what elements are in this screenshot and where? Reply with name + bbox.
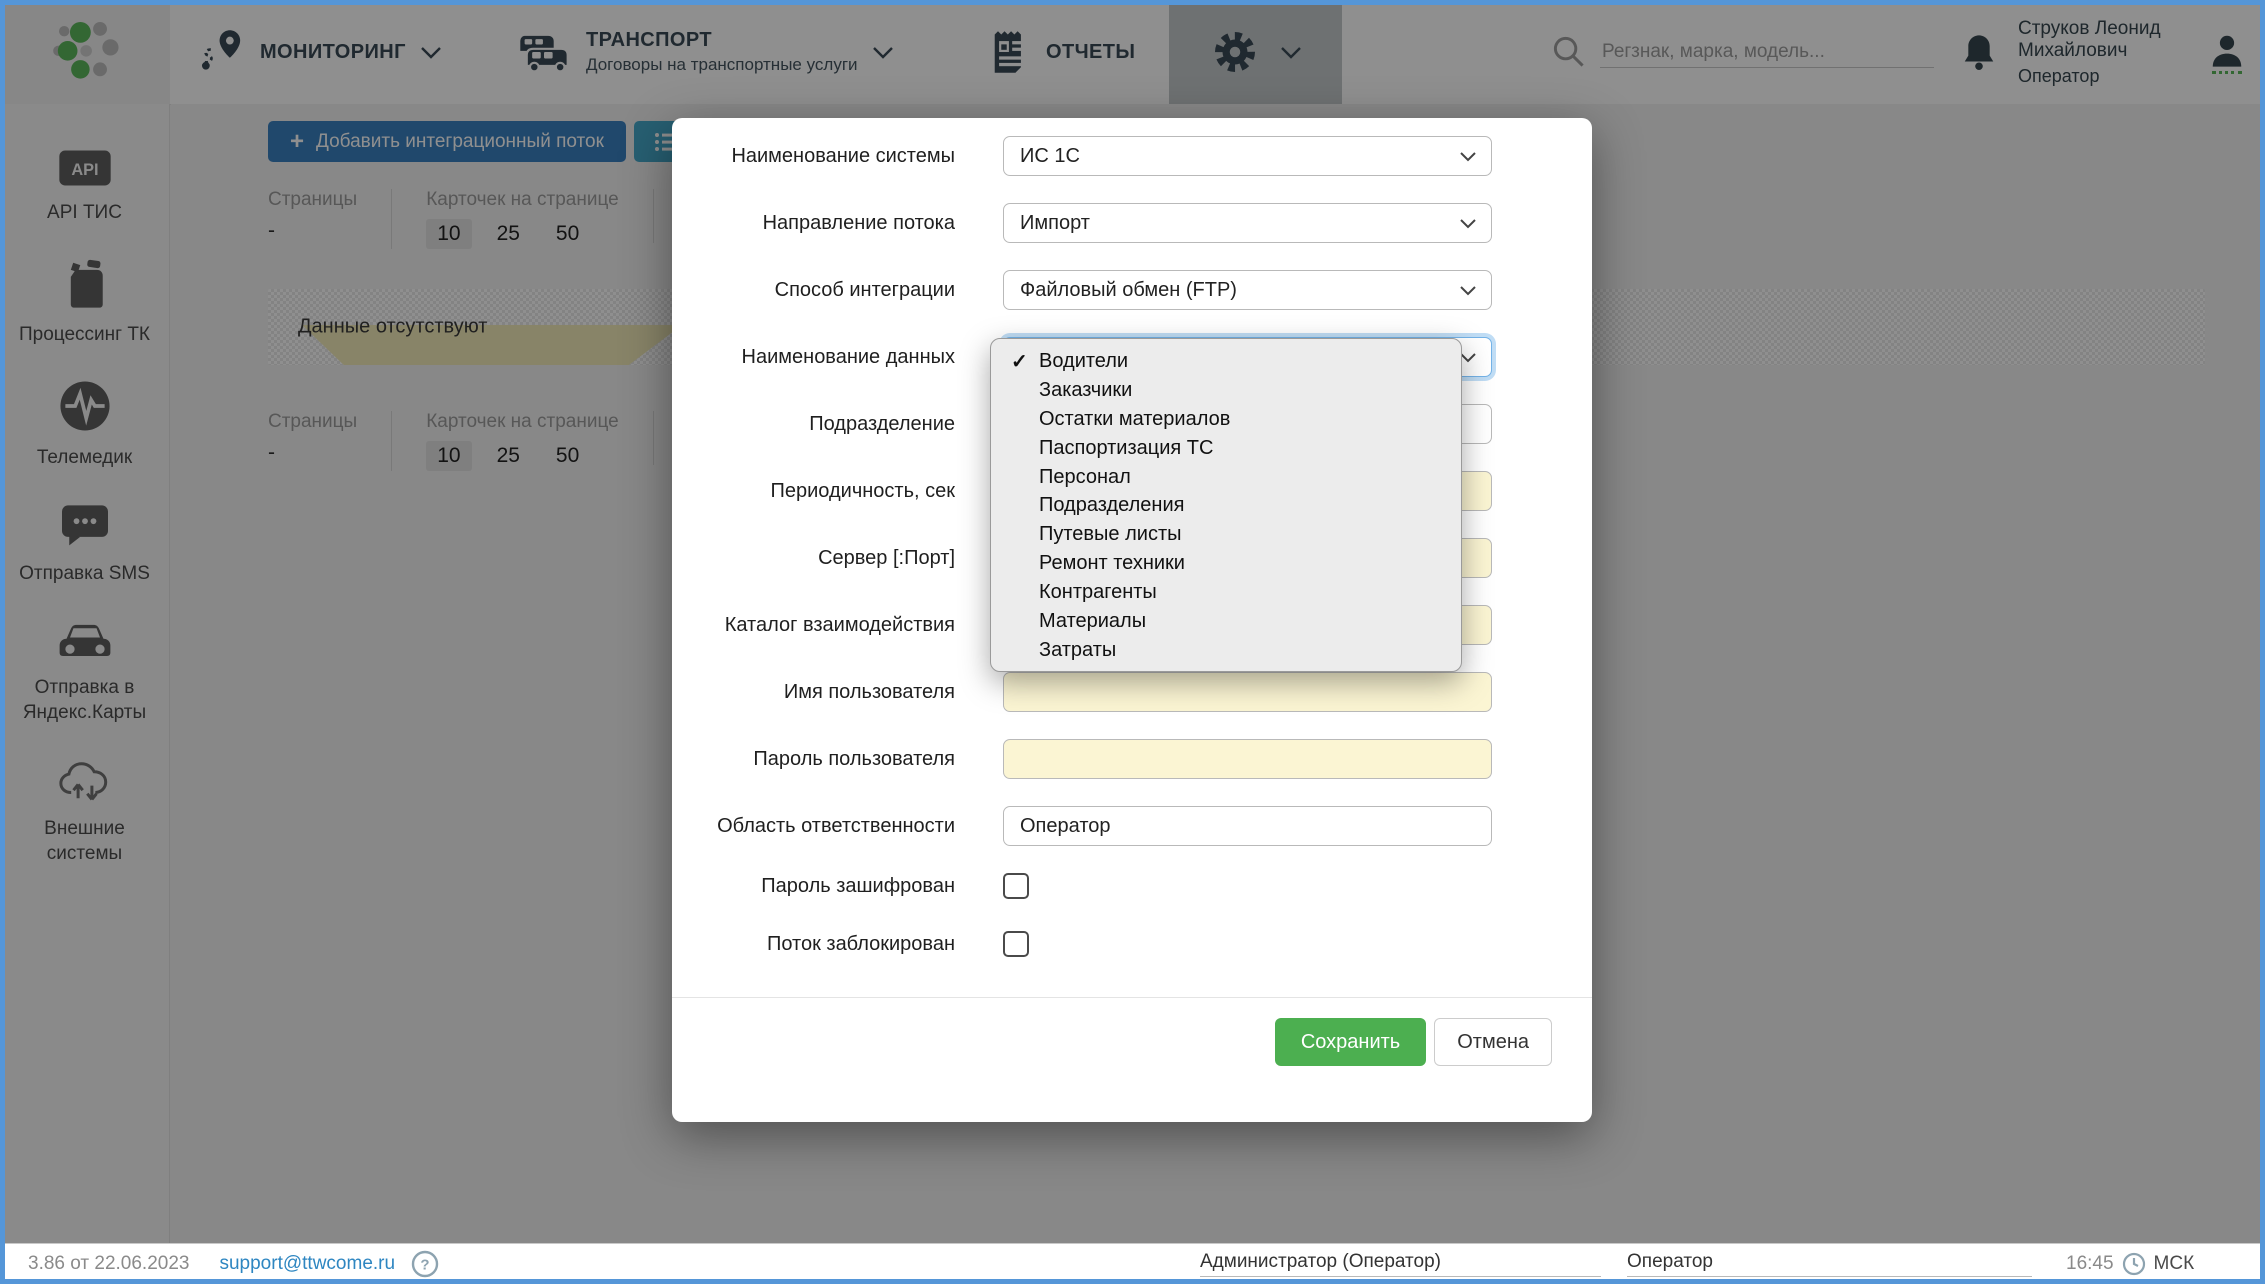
dropdown-option-voditeli[interactable]: ✓ Водители	[991, 347, 1461, 376]
integration-method-select[interactable]: Файловый обмен (FTP)	[1003, 270, 1492, 310]
dropdown-option-zatraty[interactable]: Затраты	[991, 636, 1461, 665]
data-name-dropdown: ✓ Водители Заказчики Остатки материалов …	[990, 338, 1462, 672]
integration-flow-dialog: Наименование системы ИС 1С Направление п…	[672, 118, 1592, 1122]
select-value: Файловый обмен (FTP)	[1020, 279, 1237, 302]
field-label: Способ интеграции	[700, 279, 955, 302]
select-value: Импорт	[1020, 212, 1090, 235]
dropdown-option-zakazchiki[interactable]: Заказчики	[991, 376, 1461, 405]
dropdown-option-putevye-listy[interactable]: Путевые листы	[991, 520, 1461, 549]
admin-role-field[interactable]: Администратор (Оператор)	[1200, 1251, 1601, 1277]
dropdown-option-ostatki[interactable]: Остатки материалов	[991, 405, 1461, 434]
form-row-username: Имя пользователя	[672, 672, 1552, 712]
svg-text:?: ?	[420, 1257, 429, 1274]
help-button[interactable]: ?	[411, 1250, 439, 1278]
form-row-password: Пароль пользователя	[672, 739, 1552, 779]
field-label: Пароль зашифрован	[700, 875, 955, 898]
field-label: Наименование системы	[700, 145, 955, 168]
responsibility-area-input[interactable]	[1003, 806, 1492, 846]
form-row-system-name: Наименование системы ИС 1С	[672, 136, 1552, 176]
modal-footer: Сохранить Отмена	[672, 1018, 1592, 1066]
operator-role-field[interactable]: Оператор	[1627, 1251, 2032, 1277]
field-label: Наименование данных	[700, 346, 955, 369]
field-label: Пароль пользователя	[700, 748, 955, 771]
clock-icon	[2122, 1252, 2146, 1276]
form-row-flow-direction: Направление потока Импорт	[672, 203, 1552, 243]
form-row-responsibility: Область ответственности	[672, 806, 1552, 846]
form-row-integration-method: Способ интеграции Файловый обмен (FTP)	[672, 270, 1552, 310]
user-password-input[interactable]	[1003, 739, 1492, 779]
dropdown-option-podrazdeleniya[interactable]: Подразделения	[991, 491, 1461, 520]
form-row-flow-locked: Поток заблокирован	[672, 931, 1552, 957]
chevron-down-icon	[1459, 285, 1477, 296]
status-bar: 3.86 от 22.06.2023 support@ttwcome.ru ? …	[0, 1243, 2265, 1284]
select-value: ИС 1С	[1020, 145, 1080, 168]
dropdown-option-personal[interactable]: Персонал	[991, 463, 1461, 492]
flow-locked-checkbox[interactable]	[1003, 931, 1029, 957]
question-icon: ?	[411, 1250, 439, 1278]
field-label: Имя пользователя	[700, 681, 955, 704]
form-row-password-encrypted: Пароль зашифрован	[672, 873, 1552, 899]
modal-footer-divider	[672, 997, 1592, 998]
chevron-down-icon	[1459, 151, 1477, 162]
dropdown-option-remont[interactable]: Ремонт техники	[991, 549, 1461, 578]
dropdown-option-pasportizatsiya[interactable]: Паспортизация ТС	[991, 434, 1461, 463]
timezone-label: МСК	[2154, 1253, 2195, 1275]
save-button[interactable]: Сохранить	[1275, 1018, 1426, 1066]
current-time: 16:45	[2066, 1253, 2114, 1275]
cancel-button[interactable]: Отмена	[1434, 1018, 1552, 1066]
field-label: Поток заблокирован	[700, 933, 955, 956]
chevron-down-icon	[1459, 218, 1477, 229]
flow-direction-select[interactable]: Импорт	[1003, 203, 1492, 243]
field-label: Каталог взаимодействия	[700, 614, 955, 637]
system-name-select[interactable]: ИС 1С	[1003, 136, 1492, 176]
username-input[interactable]	[1003, 672, 1492, 712]
field-label: Область ответственности	[700, 815, 955, 838]
app-version: 3.86 от 22.06.2023	[28, 1253, 189, 1275]
checkmark-icon: ✓	[1011, 349, 1039, 374]
field-label: Подразделение	[700, 413, 955, 436]
dropdown-option-materialy[interactable]: Материалы	[991, 607, 1461, 636]
clock-block: 16:45 МСК	[2066, 1252, 2194, 1276]
password-encrypted-checkbox[interactable]	[1003, 873, 1029, 899]
field-label: Сервер [:Порт]	[700, 547, 955, 570]
field-label: Направление потока	[700, 212, 955, 235]
support-email-link[interactable]: support@ttwcome.ru	[219, 1253, 395, 1275]
field-label: Периодичность, сек	[700, 480, 955, 503]
dropdown-option-kontragenty[interactable]: Контрагенты	[991, 578, 1461, 607]
